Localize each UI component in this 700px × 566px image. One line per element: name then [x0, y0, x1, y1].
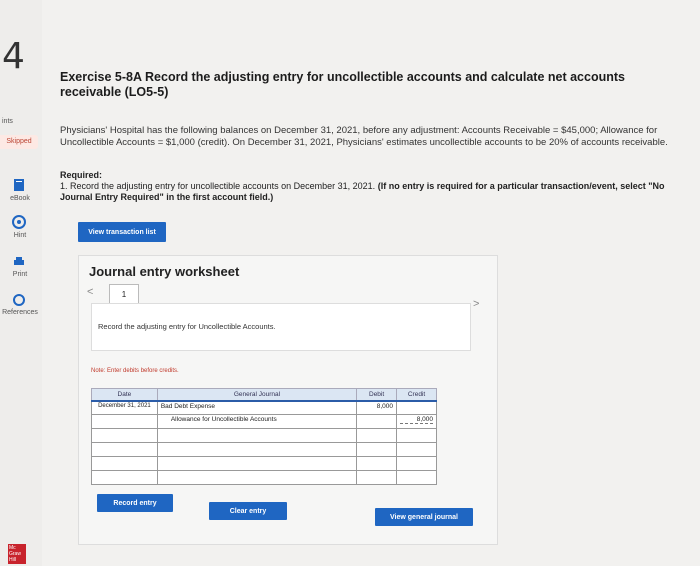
- credit-value: 8,000: [400, 416, 433, 424]
- credit-cell[interactable]: [396, 428, 437, 443]
- note-text: Note: Enter debits before credits.: [91, 368, 179, 374]
- credit-cell[interactable]: [396, 399, 437, 415]
- debit-cell[interactable]: [356, 442, 398, 457]
- header-debit: Debit: [356, 388, 398, 401]
- header-date: Date: [91, 388, 158, 401]
- date-cell[interactable]: [91, 456, 158, 471]
- publisher-logo: Mc Graw Hill: [8, 544, 26, 564]
- debit-cell[interactable]: [356, 414, 398, 429]
- date-cell[interactable]: December 31, 2021: [91, 399, 158, 415]
- required-section: Required: 1. Record the adjusting entry …: [60, 170, 680, 203]
- date-cell[interactable]: [91, 414, 158, 429]
- account-cell[interactable]: [156, 428, 358, 443]
- exercise-paragraph: Physicians' Hospital has the following b…: [60, 125, 668, 148]
- references-label[interactable]: References: [0, 309, 40, 316]
- question-number: 4: [2, 36, 25, 77]
- hint-icon[interactable]: [12, 215, 26, 229]
- date-cell[interactable]: [91, 428, 158, 443]
- table-row: [91, 470, 437, 485]
- account-cell[interactable]: [156, 442, 358, 457]
- account-text: Allowance for Uncollectible Accounts: [170, 416, 277, 423]
- sidebar: 4 ints Skipped eBook Hint Print Referenc…: [0, 0, 42, 566]
- view-transaction-list-button[interactable]: View transaction list: [78, 222, 166, 242]
- date-cell[interactable]: [91, 442, 158, 457]
- record-entry-button[interactable]: Record entry: [97, 494, 173, 512]
- debit-cell[interactable]: [356, 470, 398, 485]
- worksheet-title: Journal entry worksheet: [89, 264, 240, 279]
- skipped-badge: Skipped: [0, 135, 38, 149]
- ebook-label[interactable]: eBook: [0, 195, 40, 202]
- table-row: [91, 428, 437, 443]
- account-cell[interactable]: [156, 470, 358, 485]
- hint-label[interactable]: Hint: [0, 232, 40, 239]
- next-arrow-icon[interactable]: >: [473, 298, 479, 310]
- debit-cell[interactable]: [356, 456, 398, 471]
- date-cell[interactable]: [91, 470, 158, 485]
- required-label: Required:: [60, 170, 103, 180]
- required-text: 1. Record the adjusting entry for uncoll…: [60, 181, 376, 191]
- prev-arrow-icon[interactable]: <: [87, 286, 93, 298]
- table-row: [91, 456, 437, 471]
- journal-entry-worksheet: Journal entry worksheet < 1 > Record the…: [78, 255, 498, 545]
- table-row: December 31, 2021 Bad Debt Expense 8,000: [91, 399, 437, 415]
- credit-cell[interactable]: [396, 456, 437, 471]
- print-label[interactable]: Print: [0, 271, 40, 278]
- account-cell[interactable]: [156, 456, 358, 471]
- instruction-text: Record the adjusting entry for Uncollect…: [98, 322, 276, 331]
- journal-table: Date General Journal Debit Credit Decemb…: [91, 388, 437, 485]
- exercise-title: Exercise 5-8A Record the adjusting entry…: [60, 70, 625, 99]
- account-cell[interactable]: Bad Debt Expense: [156, 399, 358, 415]
- account-cell[interactable]: Allowance for Uncollectible Accounts: [156, 414, 358, 429]
- worksheet-tab-1[interactable]: 1: [109, 284, 139, 304]
- debit-cell[interactable]: [356, 428, 398, 443]
- credit-cell[interactable]: [396, 442, 437, 457]
- view-general-journal-button[interactable]: View general journal: [375, 508, 473, 526]
- table-row: [91, 442, 437, 457]
- instruction-box: Record the adjusting entry for Uncollect…: [91, 303, 471, 351]
- references-icon[interactable]: [12, 293, 26, 307]
- clear-entry-button[interactable]: Clear entry: [209, 502, 287, 520]
- ebook-icon[interactable]: [12, 178, 26, 192]
- header-credit: Credit: [396, 388, 437, 401]
- table-row: Allowance for Uncollectible Accounts 8,0…: [91, 414, 437, 429]
- header-general-journal: General Journal: [156, 388, 358, 401]
- debit-cell[interactable]: 8,000: [356, 399, 398, 415]
- points-label: ints: [2, 118, 13, 125]
- credit-cell[interactable]: 8,000: [396, 414, 437, 429]
- print-icon[interactable]: [12, 255, 26, 269]
- credit-cell[interactable]: [396, 470, 437, 485]
